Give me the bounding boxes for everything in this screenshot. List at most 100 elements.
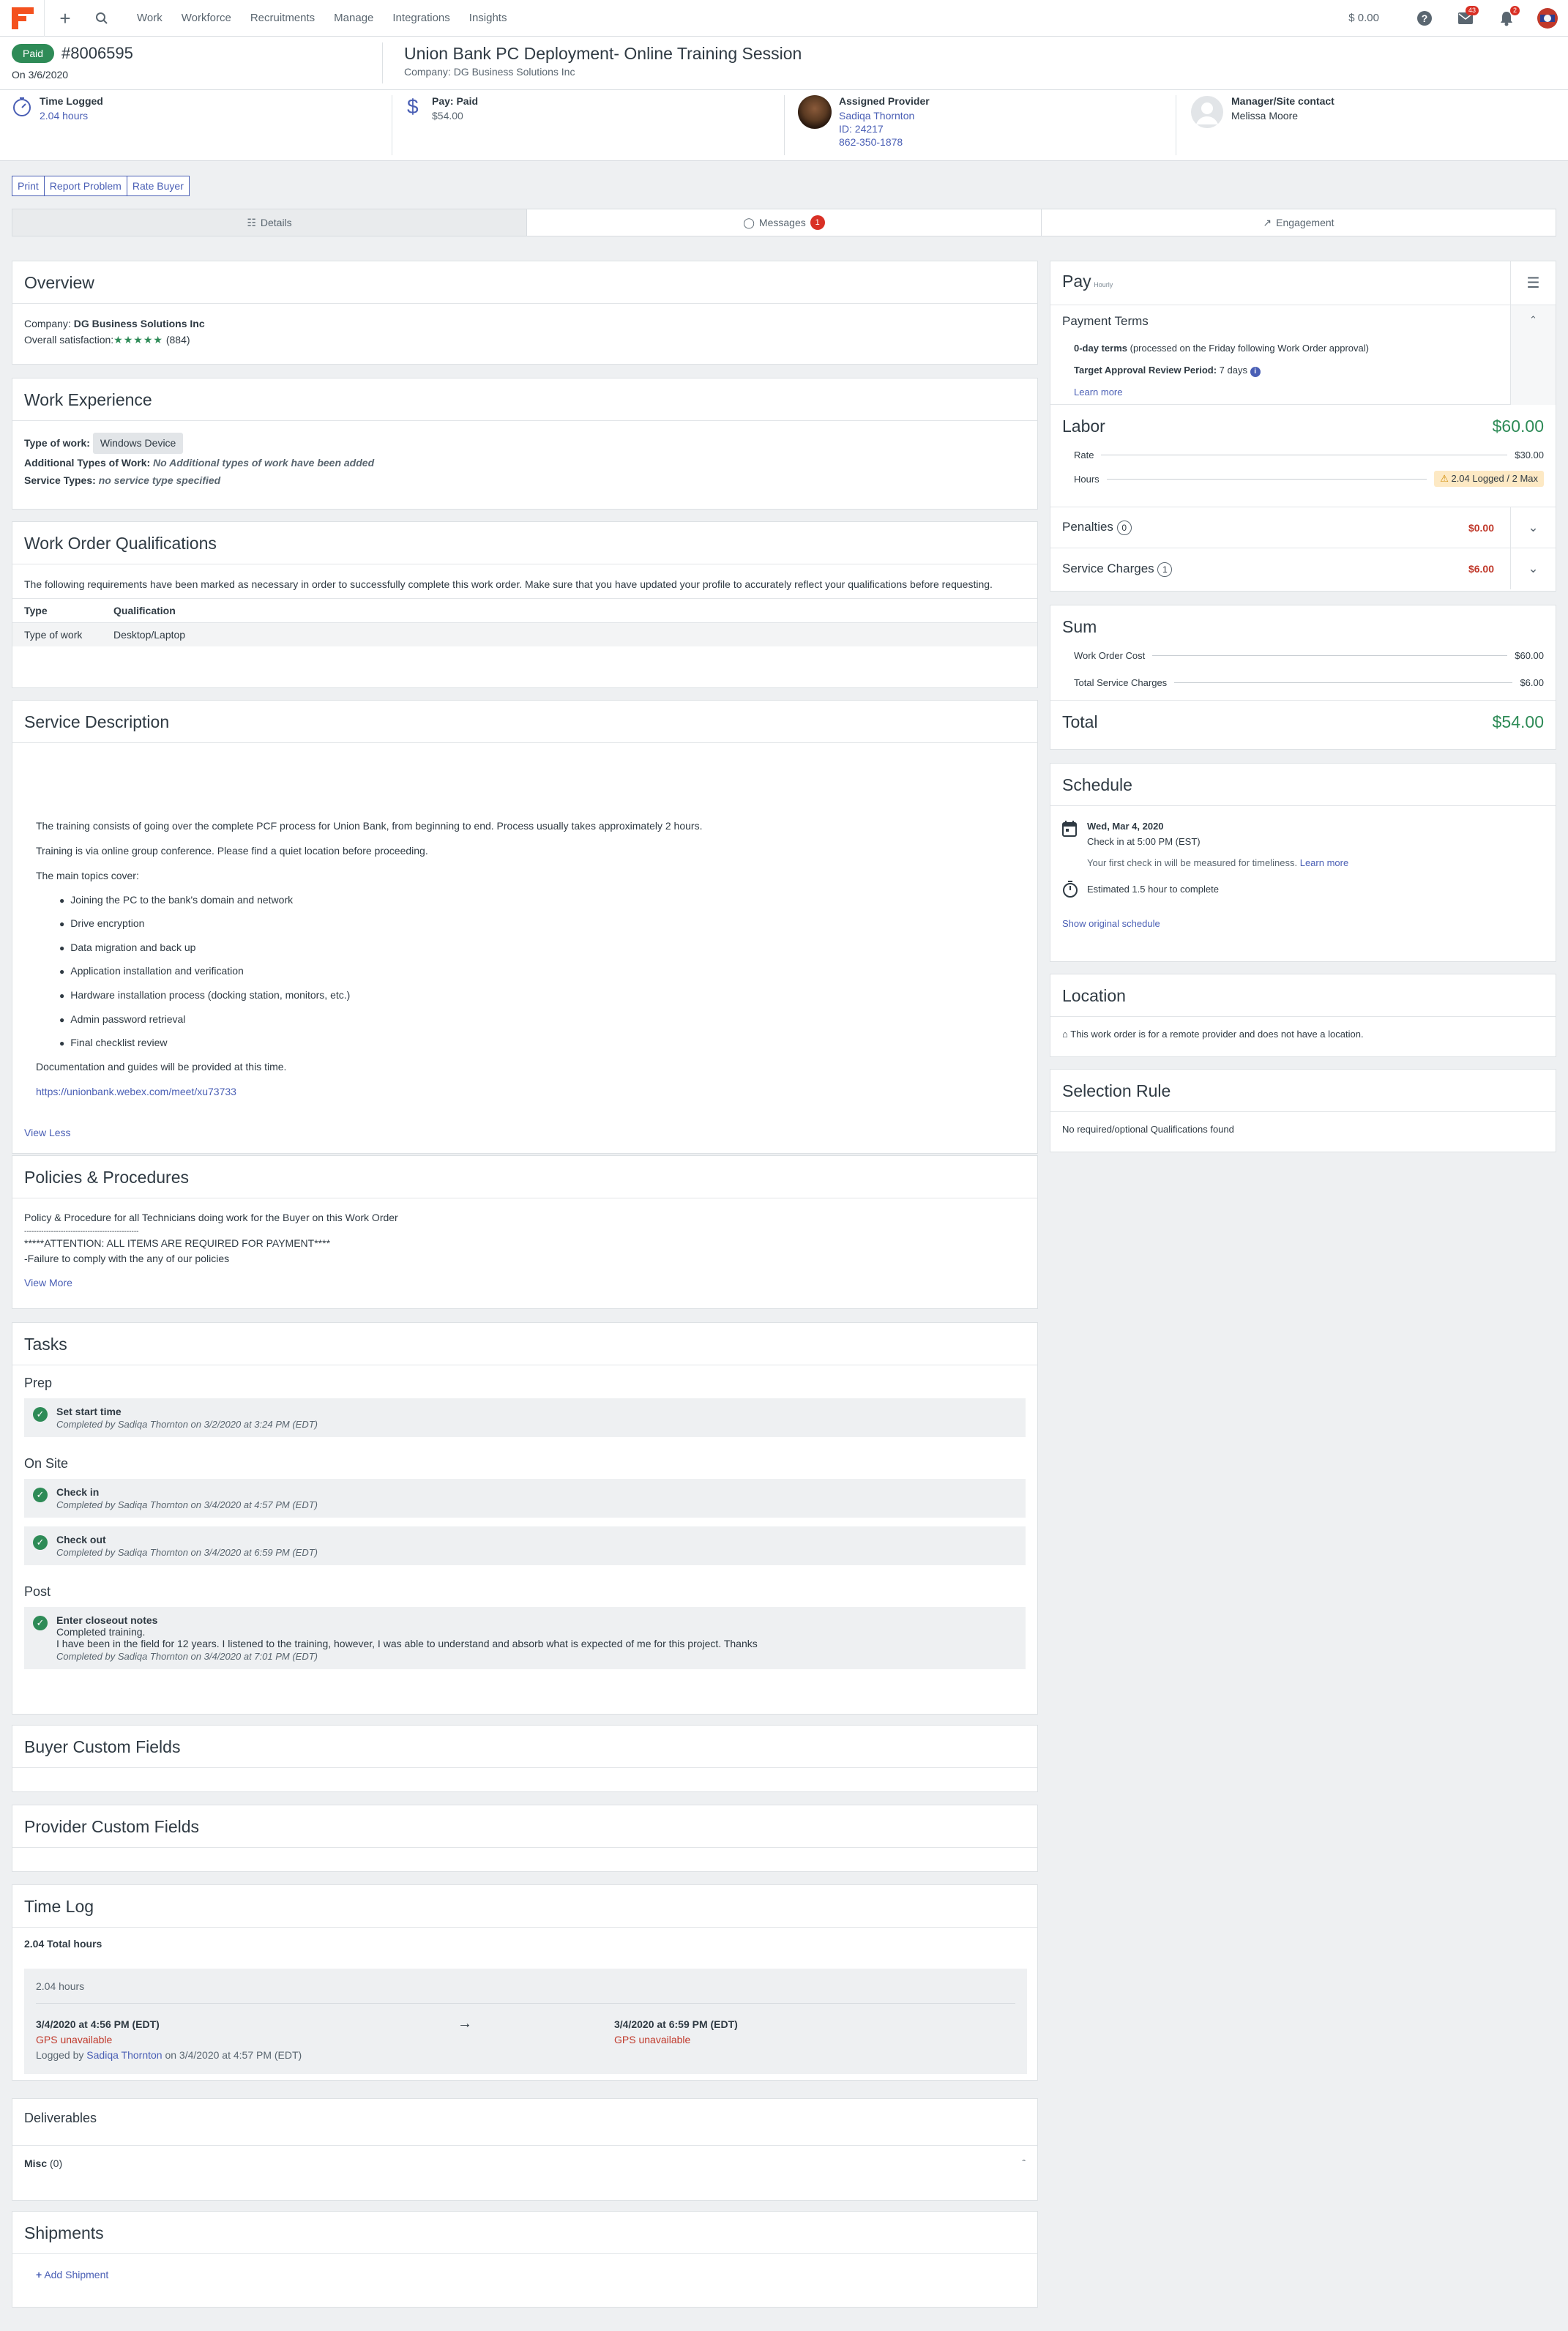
labor-title: Labor <box>1062 417 1105 436</box>
action-bar: Print Report Problem Rate Buyer <box>12 176 190 196</box>
logged-by-name[interactable]: Sadiqa Thornton <box>86 2049 162 2061</box>
account-balance[interactable]: $ 0.00 <box>1348 12 1379 24</box>
qualifications-table: Type Qualification Type of work Desktop/La… <box>12 598 1037 647</box>
list-icon[interactable]: ☰ <box>1510 261 1556 305</box>
add-shipment-button[interactable]: + Add Shipment <box>12 2254 1037 2295</box>
chevron-up-icon[interactable]: ⌃ <box>1510 305 1556 405</box>
task-item[interactable]: ✓ Enter closeout notes Completed trainin… <box>24 1607 1026 1669</box>
penalties-count: 0 <box>1116 521 1132 535</box>
qualifications-card: Work Order Qualifications The following … <box>12 521 1038 688</box>
webex-link[interactable]: https://unionbank.webex.com/meet/xu73733 <box>36 1086 236 1097</box>
view-less-link[interactable]: View Less <box>24 1127 71 1138</box>
chevron-down-icon[interactable]: ⌄ <box>1510 507 1556 548</box>
schedule-learn-more[interactable]: Learn more <box>1300 857 1348 868</box>
time-logged-value[interactable]: 2.04 hours <box>40 110 103 122</box>
task-title: Set start time <box>56 1406 122 1417</box>
table-header: Type <box>12 598 102 623</box>
schedule-estimate: Estimated 1.5 hour to complete <box>1087 884 1219 895</box>
header-divider <box>784 95 785 155</box>
schedule-date: Wed, Mar 4, 2020 <box>1087 821 1164 832</box>
show-original-schedule-link[interactable]: Show original schedule <box>1062 917 1544 932</box>
header-rule <box>0 89 1568 90</box>
tab-engagement[interactable]: ↗ Engagement <box>1042 209 1556 236</box>
add-icon[interactable]: + <box>45 0 86 37</box>
deliverables-misc-row[interactable]: Misc (0) ˆ <box>12 2146 1037 2181</box>
plus-icon: + <box>36 2269 42 2280</box>
qualification-value: Desktop/Laptop <box>102 622 1037 647</box>
stopwatch-icon <box>13 97 31 116</box>
buyer-custom-fields-card: Buyer Custom Fields <box>12 1725 1038 1792</box>
list-item: Drive encryption <box>59 917 1014 930</box>
nav-work[interactable]: Work <box>137 12 163 24</box>
penalties-row[interactable]: Penalties 0 $0.00 ⌄ <box>1050 507 1556 548</box>
location-card: Location ⌂ This work order is for a remo… <box>1050 974 1556 1057</box>
work-order-number: #8006595 <box>61 44 133 62</box>
service-charges-value: $6.00 <box>1468 563 1494 575</box>
user-avatar[interactable] <box>1527 0 1568 37</box>
help-icon[interactable]: ? <box>1404 0 1445 37</box>
report-problem-button[interactable]: Report Problem <box>43 176 127 196</box>
view-more-link[interactable]: View More <box>24 1275 1026 1291</box>
time-logged-summary: Time Logged 2.04 hours <box>12 95 103 122</box>
person-placeholder-icon <box>1191 96 1223 128</box>
work-experience-title: Work Experience <box>12 378 1037 421</box>
chat-bubble-icon: ◯ <box>743 216 755 228</box>
inbox-icon[interactable]: 43 <box>1445 0 1486 37</box>
rate-buyer-button[interactable]: Rate Buyer <box>126 176 190 196</box>
tab-messages[interactable]: ◯ Messages 1 <box>526 209 1042 236</box>
wo-cost-value: $60.00 <box>1515 650 1544 661</box>
type-of-work-label: Type of work: <box>24 437 90 449</box>
fieldnation-logo[interactable] <box>12 7 34 29</box>
task-item[interactable]: ✓ Set start time Completed by Sadiqa Tho… <box>24 1398 1026 1437</box>
rate-value: $30.00 <box>1515 450 1544 460</box>
service-charges-label: Service Charges <box>1062 561 1154 575</box>
nav-integrations[interactable]: Integrations <box>392 12 449 24</box>
selection-rule-title: Selection Rule <box>1050 1070 1556 1112</box>
print-button[interactable]: Print <box>12 176 45 196</box>
total-value: $54.00 <box>1492 712 1544 731</box>
notifications-icon[interactable]: 2 <box>1486 0 1527 37</box>
time-log-total: 2.04 Total hours <box>24 1938 102 1950</box>
learn-more-link[interactable]: Learn more <box>1074 381 1532 403</box>
service-charges-row[interactable]: Service Charges 1 $6.00 ⌄ <box>1050 548 1556 589</box>
sum-title: Sum <box>1062 617 1097 636</box>
add-shipment-label: Add Shipment <box>44 2269 109 2280</box>
topics-list: Joining the PC to the bank's domain and … <box>59 893 1014 1050</box>
top-nav: + Work Workforce Recruitments Manage Int… <box>0 0 1568 37</box>
review-value: 7 days <box>1219 364 1247 376</box>
chevron-down-icon[interactable]: ⌄ <box>1510 548 1556 589</box>
nav-recruitments[interactable]: Recruitments <box>250 12 315 24</box>
task-note: Completed training. <box>56 1626 146 1638</box>
manager-name: Melissa Moore <box>1231 110 1299 122</box>
list-item: Hardware installation process (docking s… <box>59 988 1014 1002</box>
penalties-label: Penalties <box>1062 520 1113 534</box>
task-title: Check in <box>56 1486 100 1498</box>
time-log-title: Time Log <box>12 1885 1037 1928</box>
overview-company-label: Company: <box>24 318 71 329</box>
provider-avatar[interactable] <box>798 95 832 129</box>
type-of-work-chip: Windows Device <box>92 433 184 454</box>
check-circle-icon: ✓ <box>33 1535 48 1550</box>
provider-name[interactable]: Sadiqa Thornton <box>839 110 930 122</box>
info-icon[interactable]: i <box>1250 366 1261 377</box>
chevron-up-icon[interactable]: ˆ <box>1022 2157 1026 2169</box>
tab-details[interactable]: ☷ Details <box>12 209 526 236</box>
task-item[interactable]: ✓ Check out Completed by Sadiqa Thornton… <box>24 1526 1026 1565</box>
rate-label: Rate <box>1074 450 1094 460</box>
rating-stars: ★★★★★ <box>113 334 163 346</box>
search-icon[interactable] <box>86 12 118 25</box>
manager-contact: Manager/Site contact Melissa Moore <box>1190 95 1334 128</box>
nav-manage[interactable]: Manage <box>334 12 373 24</box>
task-title: Enter closeout notes <box>56 1614 158 1626</box>
tsc-label: Total Service Charges <box>1074 677 1168 688</box>
list-item: Final checklist review <box>59 1036 1014 1050</box>
task-item[interactable]: ✓ Check in Completed by Sadiqa Thornton … <box>24 1479 1026 1518</box>
arrow-right-icon: → <box>458 2015 472 2032</box>
shipments-title: Shipments <box>12 2212 1037 2254</box>
policy-line: *****ATTENTION: ALL ITEMS ARE REQUIRED F… <box>24 1237 331 1249</box>
deliverables-title: Deliverables <box>12 2099 1037 2146</box>
nav-workforce[interactable]: Workforce <box>182 12 231 24</box>
nav-insights[interactable]: Insights <box>469 12 507 24</box>
schedule-note: Your first check in will be measured for… <box>1087 857 1298 868</box>
provider-phone[interactable]: 862-350-1878 <box>839 136 930 148</box>
